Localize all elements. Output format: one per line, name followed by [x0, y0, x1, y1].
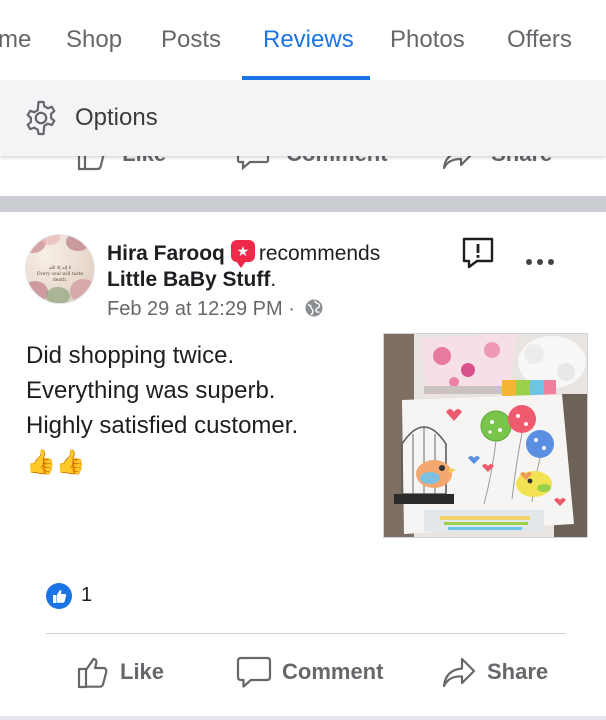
- previous-post-actions: Like Comment Share: [0, 156, 606, 196]
- avatar-flower: [46, 287, 70, 303]
- share-button[interactable]: Share: [441, 652, 548, 692]
- page-tab-bar: me Shop Posts Reviews Photos Offers: [0, 0, 606, 80]
- baby-products-illustration: [384, 334, 587, 537]
- more-options-icon[interactable]: [524, 256, 556, 268]
- post-bottom-separator: [0, 716, 606, 720]
- meta-separator: ·: [288, 298, 295, 320]
- actions-divider: [46, 633, 566, 634]
- feed-separator: [0, 196, 606, 212]
- comment-icon: [236, 656, 272, 688]
- like-label: Like: [120, 659, 165, 684]
- post-meta: Feb 29 at 12:29 PM ·: [107, 298, 324, 321]
- recommend-badge-icon: ★: [230, 240, 255, 268]
- reaction-count[interactable]: 1: [81, 584, 92, 607]
- avatar-caption-english: Every soul will taste death.: [36, 272, 84, 283]
- previous-share-button[interactable]: Share: [441, 156, 552, 172]
- avatar-flower: [26, 281, 48, 303]
- review-text: Did shopping twice. Everything was super…: [26, 338, 366, 480]
- avatar-flower: [66, 235, 90, 251]
- tab-photos[interactable]: Photos: [390, 26, 465, 54]
- facebook-reviews-page: me Shop Posts Reviews Photos Offers Opti…: [0, 0, 606, 720]
- avatar-caption: لا إله إلا الله Every soul will taste de…: [32, 266, 88, 284]
- previous-like-button[interactable]: Like: [76, 156, 166, 172]
- tab-offers[interactable]: Offers: [507, 26, 572, 54]
- options-label: Options: [75, 104, 158, 131]
- globe-icon: [305, 299, 323, 317]
- review-photo[interactable]: [383, 333, 588, 538]
- gear-icon: [26, 100, 56, 136]
- like-button[interactable]: Like: [76, 652, 164, 692]
- avatar-flower: [40, 235, 60, 245]
- share-icon: [442, 156, 472, 170]
- page-name-line: Little BaBy Stuff.: [107, 268, 276, 292]
- comment-icon: [236, 156, 270, 171]
- like-reaction-icon[interactable]: [46, 583, 72, 609]
- recommends-label: recommends: [258, 242, 381, 265]
- post-timestamp[interactable]: Feb 29 at 12:29 PM: [107, 298, 283, 320]
- avatar[interactable]: لا إله إلا الله Every soul will taste de…: [25, 234, 95, 304]
- share-icon: [442, 657, 476, 688]
- review-line: Everything was superb.: [26, 377, 276, 404]
- share-label: Share: [487, 659, 549, 684]
- tab-home[interactable]: me: [0, 26, 31, 54]
- review-line: Highly satisfied customer.: [26, 412, 299, 439]
- like-icon: [77, 156, 105, 171]
- options-bar[interactable]: Options: [0, 80, 606, 156]
- comment-label: Comment: [282, 659, 384, 684]
- page-name-link[interactable]: Little BaBy Stuff: [107, 268, 270, 291]
- like-icon: [77, 657, 108, 689]
- author-name[interactable]: Hira Farooq: [107, 242, 225, 265]
- previous-comment-button[interactable]: Comment: [236, 156, 388, 172]
- comment-button[interactable]: Comment: [236, 652, 383, 692]
- tab-posts[interactable]: Posts: [161, 26, 221, 54]
- report-icon[interactable]: [461, 236, 495, 270]
- post-header-line: Hira Farooq ★ recommends: [107, 240, 381, 268]
- tab-reviews[interactable]: Reviews: [263, 26, 354, 54]
- review-post: لا إله إلا الله Every soul will taste de…: [0, 212, 606, 720]
- thumbs-up-emoji: 👍👍: [26, 449, 86, 476]
- review-line: Did shopping twice.: [26, 342, 235, 369]
- page-name-period: .: [270, 268, 277, 291]
- tab-shop[interactable]: Shop: [66, 26, 122, 54]
